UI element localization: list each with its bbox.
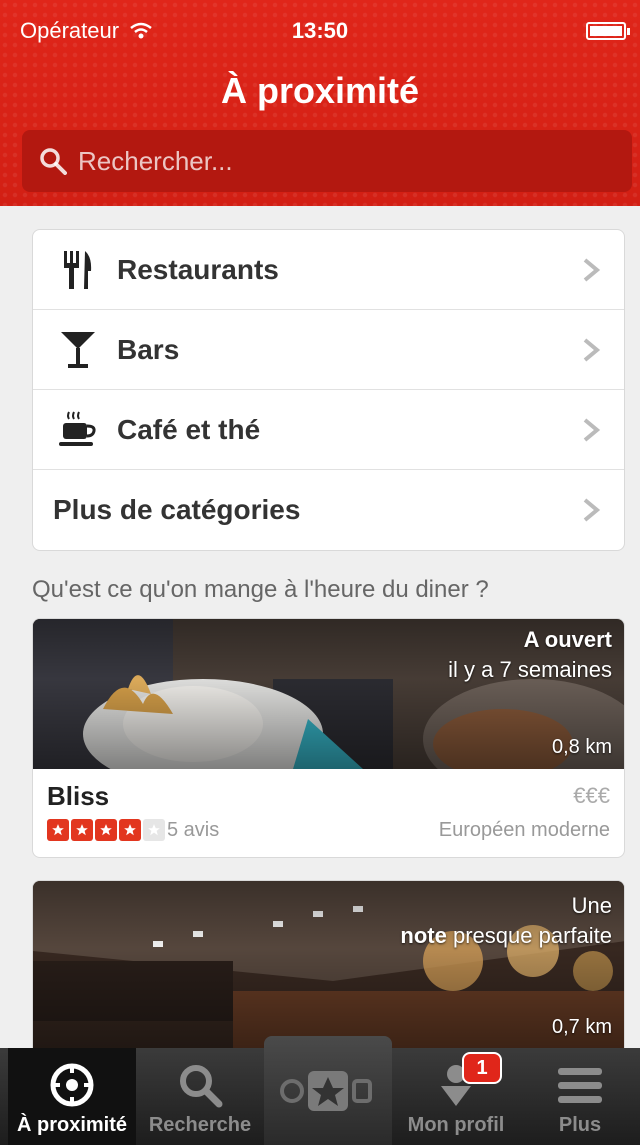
star-icon	[47, 819, 69, 841]
coffee-cup-icon	[53, 405, 103, 455]
category-label: Restaurants	[117, 253, 279, 285]
search-icon	[40, 148, 67, 175]
restaurant-card[interactable]: A ouvert il y a 7 semaines 0,8 km Bliss …	[32, 618, 625, 858]
tab-label: Mon profil	[407, 1114, 505, 1136]
overlay-title: Une	[571, 893, 612, 918]
tab-bar: À proximité Recherche Mon profil Plus	[0, 1036, 640, 1145]
distance-label: 0,7 km	[551, 1016, 612, 1038]
camera-star-icon	[280, 1071, 372, 1111]
tab-label: À proximité	[16, 1114, 128, 1136]
compass-icon	[49, 1060, 95, 1110]
search-input[interactable]	[78, 145, 618, 177]
tab-label: Recherche	[148, 1114, 252, 1136]
status-bar: Opérateur 13:50	[0, 0, 640, 56]
chevron-right-icon	[583, 338, 601, 362]
restaurant-photo: A ouvert il y a 7 semaines 0,8 km	[33, 619, 624, 769]
category-more[interactable]: Plus de catégories	[33, 470, 624, 550]
category-cafe[interactable]: Café et thé	[33, 390, 624, 470]
cocktail-glass-icon	[53, 325, 103, 375]
search-icon	[177, 1060, 223, 1110]
overlay-subtitle: presque parfaite	[453, 923, 612, 948]
restaurant-card[interactable]: Une note presque parfaite 0,7 km	[32, 880, 625, 1060]
tab-more[interactable]: Plus	[520, 1048, 640, 1145]
fork-knife-icon	[53, 245, 103, 295]
chevron-right-icon	[583, 258, 601, 282]
battery-icon	[586, 22, 630, 40]
chevron-right-icon	[583, 498, 601, 522]
category-label: Plus de catégories	[53, 494, 301, 525]
chevron-right-icon	[583, 418, 601, 442]
overlay-title: A ouvert	[523, 627, 612, 652]
restaurant-name: Bliss	[47, 781, 110, 811]
price-level: €€€	[573, 783, 610, 808]
category-list: Restaurants Bars Café et thé Plus de cat…	[32, 229, 625, 551]
tab-search[interactable]: Recherche	[136, 1048, 264, 1145]
search-bar[interactable]	[22, 130, 632, 192]
category-bars[interactable]: Bars	[33, 310, 624, 390]
page-title: À proximité	[220, 70, 420, 111]
tab-add-review[interactable]	[264, 1036, 392, 1145]
restaurant-photo: Une note presque parfaite 0,7 km	[33, 881, 624, 1051]
overlay-bold: note	[400, 923, 447, 948]
category-label: Bars	[117, 333, 180, 365]
star-icon	[95, 819, 117, 841]
cuisine-label: Européen moderne	[438, 819, 610, 841]
review-count: 5 avis	[167, 819, 220, 841]
star-icon	[119, 819, 141, 841]
overlay-subtitle: il y a 7 semaines	[448, 657, 612, 682]
star-icon	[71, 819, 93, 841]
section-title: Qu'est ce qu'on mange à l'heure du diner…	[32, 576, 489, 603]
clock: 13:50	[291, 18, 349, 43]
star-rating	[47, 819, 165, 841]
tab-nearby[interactable]: À proximité	[8, 1048, 136, 1145]
distance-label: 0,8 km	[551, 736, 612, 758]
tab-label: Plus	[558, 1114, 602, 1136]
star-empty-icon	[143, 819, 165, 841]
category-label: Café et thé	[117, 413, 261, 445]
nav-header: Opérateur 13:50 À proximité	[0, 0, 640, 206]
notification-badge: 1	[462, 1052, 502, 1084]
category-restaurants[interactable]: Restaurants	[33, 230, 624, 310]
menu-icon	[556, 1060, 604, 1110]
